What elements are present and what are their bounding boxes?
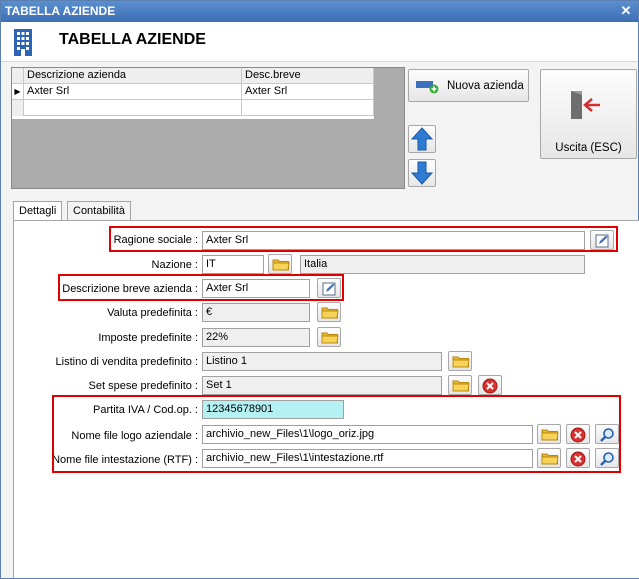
folder-icon xyxy=(272,257,290,271)
delete-icon xyxy=(482,378,498,394)
arrow-down-icon xyxy=(410,161,434,185)
row-indicator-icon: ▶ xyxy=(12,84,24,100)
browse-valuta-button[interactable] xyxy=(317,302,341,322)
move-up-button[interactable] xyxy=(408,125,436,153)
highlight-ragione-sociale xyxy=(109,226,618,252)
page-title: TABELLA AZIENDE xyxy=(59,31,206,48)
title-bar: TABELLA AZIENDE ✕ xyxy=(1,1,638,22)
table-row[interactable]: ▶ Axter Srl Axter Srl xyxy=(12,84,374,100)
listino-label: Listino di vendita predefinito : xyxy=(55,356,198,368)
table-new-row[interactable] xyxy=(12,100,374,116)
companies-grid-area: Descrizione azienda Desc.breve ▶ Axter S… xyxy=(11,67,405,189)
folder-icon xyxy=(321,330,339,344)
highlight-descrizione-breve xyxy=(58,274,344,301)
valuta-label: Valuta predefinita : xyxy=(107,307,198,319)
folder-icon xyxy=(452,354,470,368)
nuova-azienda-label: Nuova azienda xyxy=(447,80,524,92)
cell-descrizione[interactable]: Axter Srl xyxy=(24,84,242,100)
column-header-desc-breve[interactable]: Desc.breve xyxy=(242,68,374,84)
browse-listino-button[interactable] xyxy=(448,351,472,371)
listino-field[interactable]: Listino 1 xyxy=(202,352,442,371)
folder-icon xyxy=(452,378,470,392)
browse-nazione-button[interactable] xyxy=(268,254,292,274)
browse-set-spese-button[interactable] xyxy=(448,375,472,395)
highlight-fiscal-files xyxy=(52,395,621,473)
column-header-descrizione[interactable]: Descrizione azienda xyxy=(24,68,242,84)
valuta-field[interactable]: € xyxy=(202,303,310,322)
nazione-name-field: Italia xyxy=(300,255,585,274)
browse-imposte-button[interactable] xyxy=(317,327,341,347)
move-down-button[interactable] xyxy=(408,159,436,187)
companies-grid: Descrizione azienda Desc.breve ▶ Axter S… xyxy=(12,68,374,119)
nazione-label: Nazione : xyxy=(151,259,198,271)
exit-door-icon xyxy=(571,91,600,119)
add-record-icon xyxy=(416,81,439,94)
clear-set-spese-button[interactable] xyxy=(478,375,502,395)
arrow-up-icon xyxy=(410,127,434,151)
cell-desc-breve[interactable]: Axter Srl xyxy=(242,84,374,100)
main-window: TABELLA AZIENDE ✕ TABELLA AZIENDE Descri… xyxy=(0,0,639,579)
imposte-field[interactable]: 22% xyxy=(202,328,310,347)
window-title: TABELLA AZIENDE xyxy=(5,4,116,18)
nazione-code-field[interactable]: IT xyxy=(202,255,264,274)
tab-contabilita[interactable]: Contabilità xyxy=(67,201,131,221)
building-icon xyxy=(14,29,32,56)
set-spese-field[interactable]: Set 1 xyxy=(202,376,442,395)
set-spese-label: Set spese predefinito : xyxy=(88,380,198,392)
tab-dettagli[interactable]: Dettagli xyxy=(13,201,63,222)
folder-icon xyxy=(321,305,339,319)
grid-header-row: Descrizione azienda Desc.breve xyxy=(12,68,374,84)
uscita-button[interactable]: Uscita (ESC) xyxy=(540,69,637,159)
uscita-label: Uscita (ESC) xyxy=(555,142,622,154)
imposte-label: Imposte predefinite : xyxy=(98,332,198,344)
page-header: TABELLA AZIENDE xyxy=(1,22,638,62)
nuova-azienda-button[interactable]: Nuova azienda xyxy=(408,69,529,102)
close-icon[interactable]: ✕ xyxy=(618,3,634,19)
